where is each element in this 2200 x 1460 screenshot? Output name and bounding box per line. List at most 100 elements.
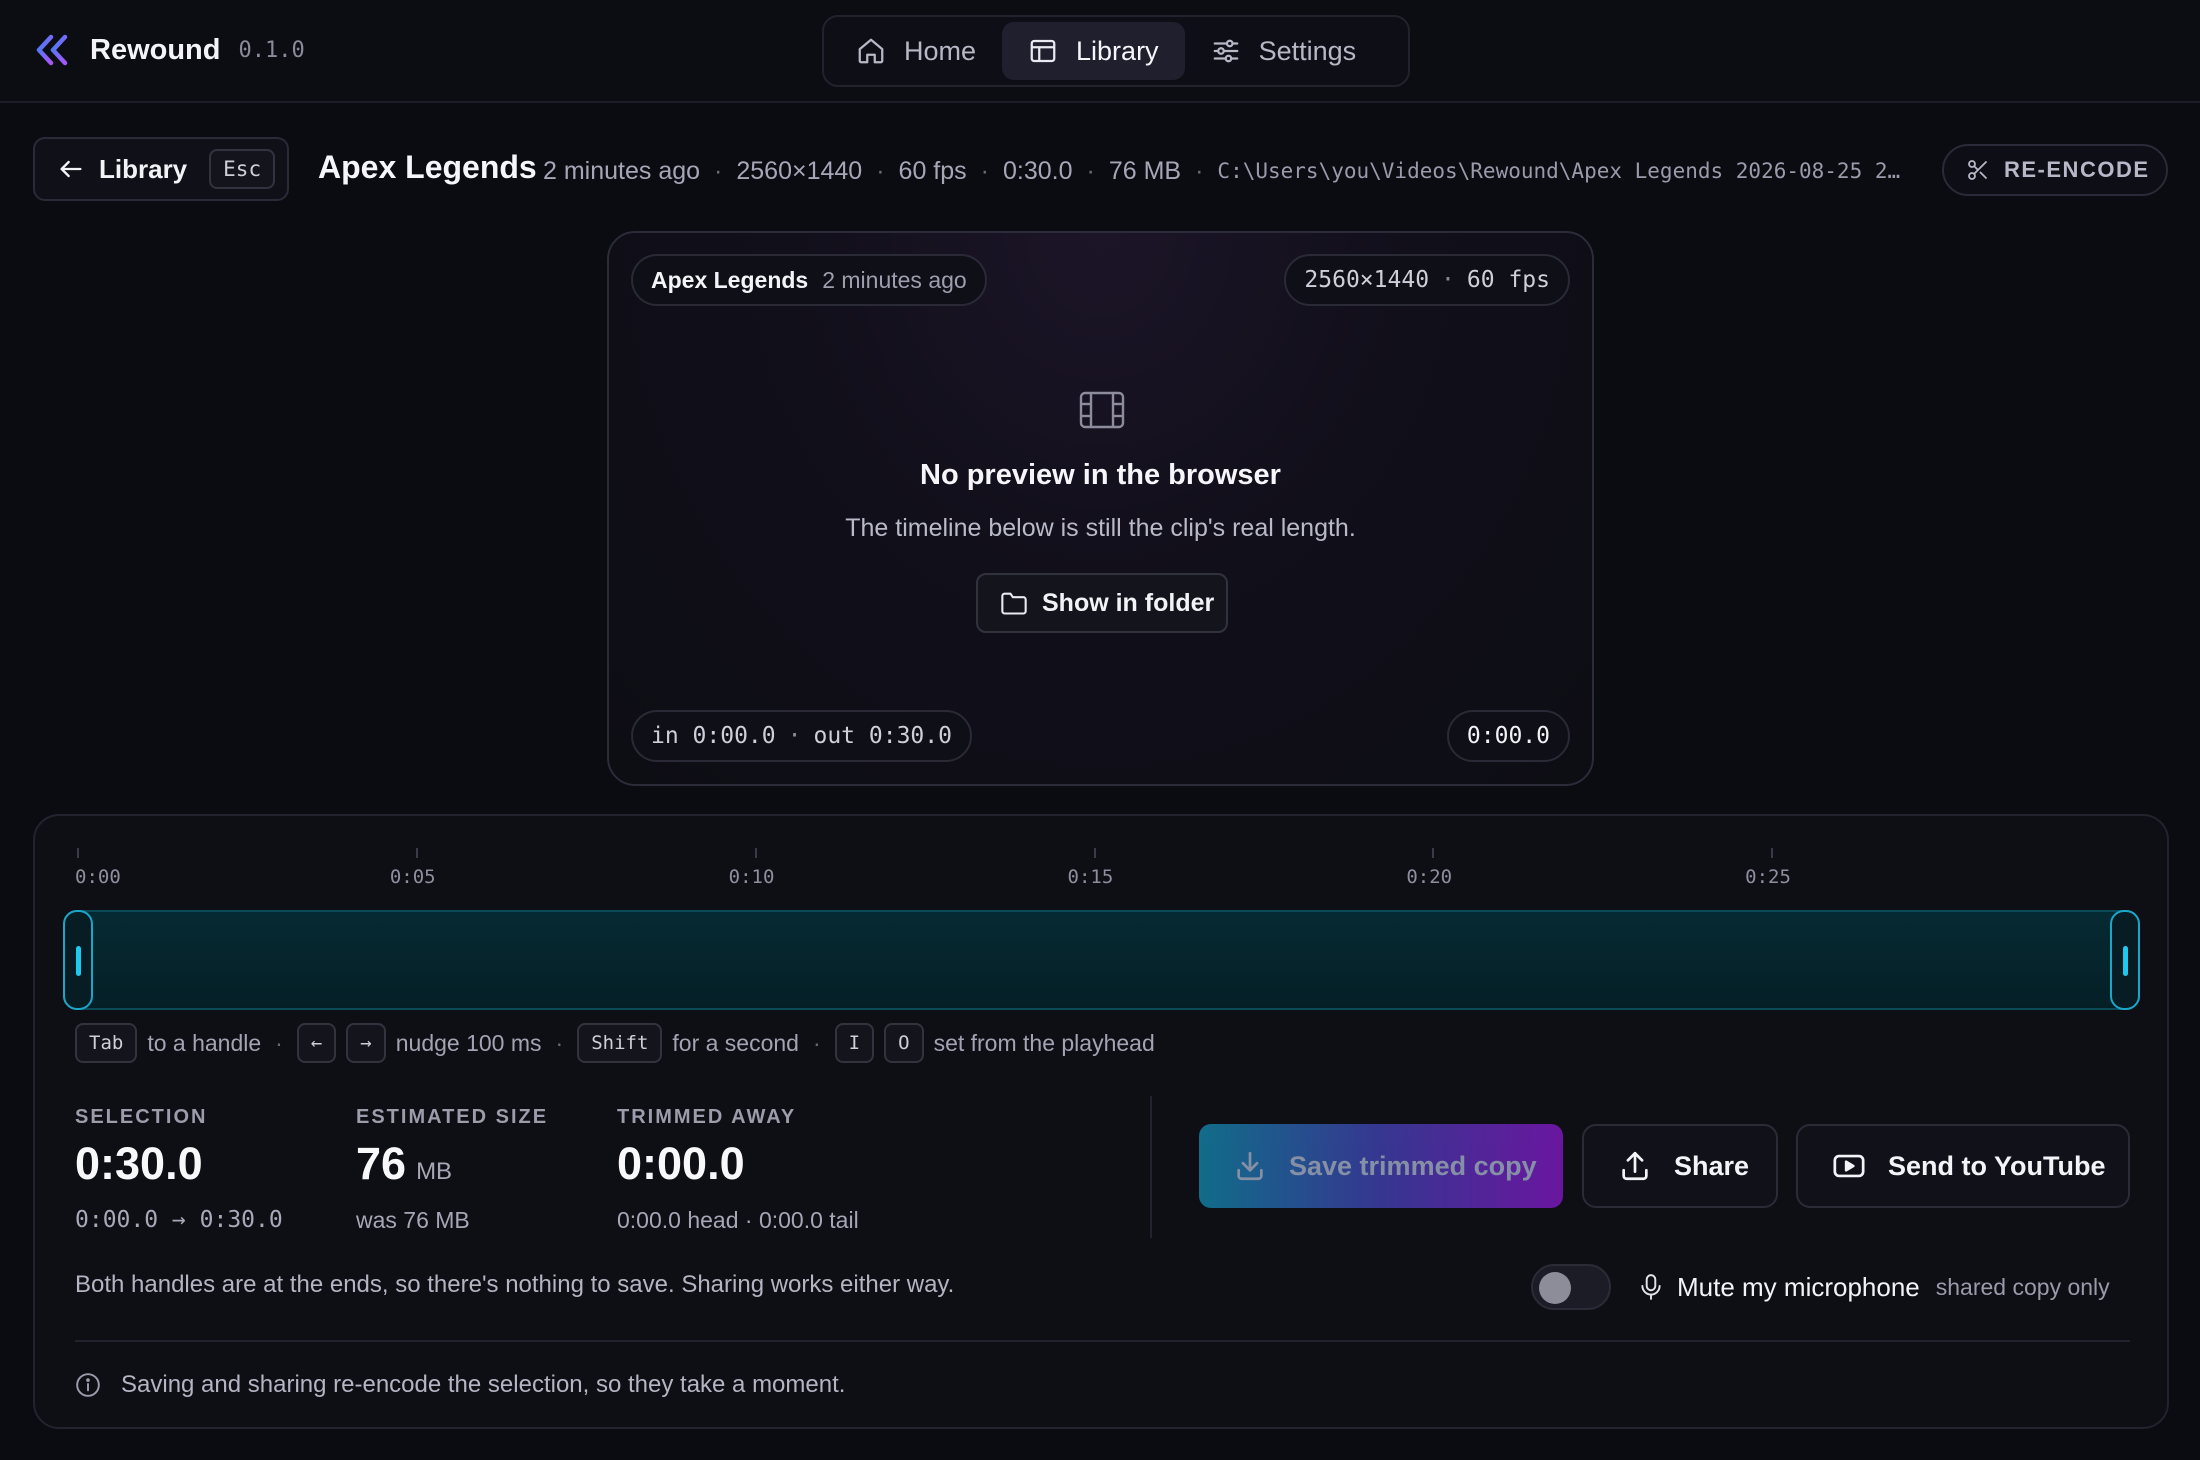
rewind-logo-icon <box>36 34 68 66</box>
estimated-size-number: 76 <box>356 1138 407 1189</box>
share-button[interactable]: Share <box>1582 1124 1778 1208</box>
tab-hint: to a handle <box>147 1029 262 1056</box>
io-hint: set from the playhead <box>933 1029 1155 1056</box>
in-out-pill: in 0:00.0 · out 0:30.0 <box>631 710 972 762</box>
library-icon <box>1030 39 1056 63</box>
main-nav: Home Library Settings <box>822 15 1410 87</box>
download-icon <box>1237 1151 1263 1181</box>
send-to-youtube-label: Send to YouTube <box>1888 1150 2106 1181</box>
original-size: was 76 MB <box>356 1207 470 1233</box>
ruler-tick <box>77 848 79 858</box>
ruler-tick <box>1771 848 1774 858</box>
trim-editor: 0:00 0:05 0:10 0:15 0:20 0:25 Tab to a handle… <box>33 814 2169 1429</box>
tab-key: Tab <box>75 1023 138 1063</box>
folder-icon <box>1001 592 1027 615</box>
selection-value: 0:30.0 <box>75 1138 203 1189</box>
clip-size: 76 MB <box>1108 156 1182 185</box>
scissors-icon <box>1968 160 1987 180</box>
nav-settings[interactable]: Settings <box>1185 22 1383 80</box>
save-trimmed-copy-button[interactable]: Save trimmed copy <box>1199 1124 1563 1208</box>
clip-age: 2 minutes ago <box>543 156 701 185</box>
nudge-hint: nudge 100 ms <box>395 1029 542 1056</box>
mute-microphone-row: Mute my microphone shared copy only <box>1531 1262 2110 1312</box>
re-encode-button[interactable]: RE-ENCODE <box>1942 144 2168 196</box>
nav-settings-label: Settings <box>1258 35 1357 66</box>
estimated-size-unit: MB <box>416 1158 453 1185</box>
preview-card: Apex Legends 2 minutes ago 2560×1440 · 6… <box>607 231 1594 786</box>
selection-range: 0:00.0 → 0:30.0 <box>75 1207 283 1233</box>
film-icon <box>1079 391 1125 429</box>
i-key: I <box>834 1023 875 1063</box>
trim-handle-end[interactable] <box>2110 910 2140 1010</box>
in-point: in 0:00.0 <box>651 723 776 749</box>
trimmed-away-label: TRIMMED AWAY <box>617 1106 797 1128</box>
ruler-tick-label: 0:10 <box>728 866 775 888</box>
o-key: O <box>884 1023 924 1063</box>
mute-microphone-toggle[interactable] <box>1531 1264 1611 1310</box>
keyboard-hints: Tab to a handle · ← → nudge 100 ms · Shi… <box>75 1022 1155 1064</box>
shift-key: Shift <box>577 1023 663 1063</box>
ruler-tick <box>754 848 757 858</box>
send-to-youtube-button[interactable]: Send to YouTube <box>1796 1124 2130 1208</box>
share-label: Share <box>1674 1150 1750 1181</box>
ruler-tick <box>415 848 418 858</box>
trimmed-away-value: 0:00.0 <box>617 1138 745 1189</box>
nav-library[interactable]: Library <box>1002 22 1185 80</box>
upload-share-icon <box>1622 1151 1648 1181</box>
ruler-tick-label: 0:00 <box>75 866 121 888</box>
footer-note: Saving and sharing re-encode the selecti… <box>75 1364 845 1406</box>
esc-key: Esc <box>209 149 276 189</box>
microphone-icon <box>1641 1274 1661 1300</box>
settings-sliders-icon <box>1213 39 1238 63</box>
status-note: Both handles are at the ends, so there's… <box>75 1271 955 1298</box>
clip-title: Apex Legends <box>318 149 537 185</box>
show-in-folder-label: Show in folder <box>1042 588 1215 617</box>
right-arrow-key: → <box>346 1023 386 1063</box>
left-arrow-key: ← <box>296 1023 337 1063</box>
re-encode-label: RE-ENCODE <box>2004 157 2150 182</box>
back-to-library-button[interactable]: Library Esc <box>33 137 289 201</box>
nav-home-label: Home <box>904 35 977 66</box>
preview-age: 2 minutes ago <box>822 266 967 293</box>
ruler-tick <box>1432 848 1435 858</box>
preview-game-pill: Apex Legends 2 minutes ago <box>631 254 987 306</box>
preview-game: Apex Legends <box>651 266 809 293</box>
playhead-time: 0:00.0 <box>1466 723 1550 749</box>
nav-library-label: Library <box>1076 35 1159 66</box>
footer-divider <box>75 1340 2130 1342</box>
out-point: out 0:30.0 <box>813 723 952 749</box>
back-label: Library <box>99 153 188 184</box>
clip-duration: 0:30.0 <box>1002 156 1073 185</box>
save-trimmed-copy-label: Save trimmed copy <box>1289 1150 1537 1181</box>
timeline-ruler: 0:00 0:05 0:10 0:15 0:20 0:25 <box>35 816 2167 896</box>
playhead-time-pill: 0:00.0 <box>1446 710 1570 762</box>
ruler-tick <box>1093 848 1096 858</box>
ruler-tick-label: 0:05 <box>389 866 436 888</box>
ruler-tick-label: 0:25 <box>1745 866 1791 888</box>
mute-microphone-sub: shared copy only <box>1935 1273 2110 1300</box>
preview-resolution-pill: 2560×1440 · 60 fps <box>1284 254 1570 306</box>
mute-microphone-label: Mute my microphone <box>1677 1271 1920 1302</box>
show-in-folder-button[interactable]: Show in folder <box>976 573 1228 633</box>
ruler-tick-label: 0:20 <box>1406 866 1453 888</box>
ruler-tick-label: 0:15 <box>1067 866 1114 888</box>
home-icon <box>858 38 884 64</box>
info-icon <box>76 1373 100 1397</box>
timeline-track[interactable] <box>63 910 2140 1010</box>
youtube-play-icon <box>1833 1154 1865 1178</box>
clip-meta: 2 minutes ago · 2560×1440 · 60 fps · 0:3… <box>543 156 1901 185</box>
no-preview-subtext: The timeline below is still the clip's r… <box>845 514 1356 542</box>
shift-hint: for a second <box>672 1029 799 1056</box>
footer-note-text: Saving and sharing re-encode the selecti… <box>121 1371 846 1398</box>
preview-fps: 60 fps <box>1466 267 1550 293</box>
arrow-left-icon <box>60 160 82 178</box>
brand[interactable]: Rewound 0.1.0 <box>34 32 305 68</box>
trimmed-head-tail: 0:00.0 head · 0:00.0 tail <box>617 1207 859 1233</box>
app-version: 0.1.0 <box>238 37 305 63</box>
preview-resolution: 2560×1440 <box>1304 267 1430 293</box>
nav-home[interactable]: Home <box>830 22 1002 80</box>
estimated-size-label: ESTIMATED SIZE <box>356 1106 549 1128</box>
top-bar: Rewound 0.1.0 Home Library Settings <box>0 0 2200 103</box>
trim-handle-start[interactable] <box>63 910 93 1010</box>
clip-path[interactable]: C:\Users\you\Videos\Rewound\Apex Legends… <box>1217 159 1900 183</box>
